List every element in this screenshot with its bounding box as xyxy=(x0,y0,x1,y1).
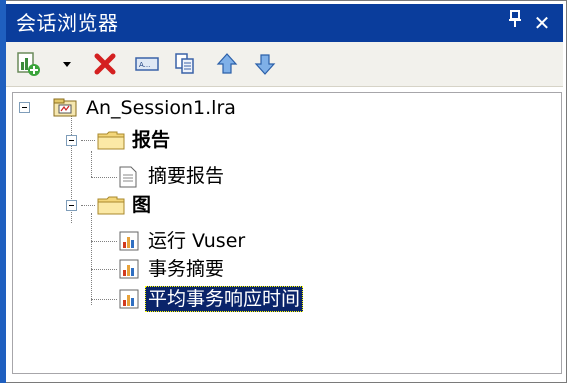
pin-icon[interactable] xyxy=(504,10,526,36)
delete-button[interactable] xyxy=(92,51,118,77)
tree-connector xyxy=(91,177,117,178)
copy-icon xyxy=(175,53,194,74)
rename-button[interactable]: A... xyxy=(134,51,160,77)
tree-connector xyxy=(81,140,95,141)
close-icon[interactable]: ✕ xyxy=(531,10,553,36)
session-file-icon xyxy=(53,98,77,122)
tree-node-label: 运行 Vuser xyxy=(148,230,246,252)
tree-node-label: 图 xyxy=(132,194,152,216)
toolbar: A... xyxy=(6,42,563,87)
move-up-button[interactable] xyxy=(214,51,240,77)
copy-button[interactable] xyxy=(172,51,198,77)
tree-node-graph-average-transaction-response-time[interactable]: 平均事务响应时间 xyxy=(119,286,379,312)
add-graph-icon xyxy=(17,52,40,76)
report-doc-icon xyxy=(119,166,137,192)
tree-connector xyxy=(91,213,92,305)
svg-text:A...: A... xyxy=(139,61,150,69)
dropdown-arrow-icon xyxy=(63,62,71,67)
tree-node-label: 摘要报告 xyxy=(148,165,225,187)
graph-icon xyxy=(119,259,139,283)
tree-node-label-selected: 平均事务响应时间 xyxy=(145,286,304,312)
add-graph-button[interactable] xyxy=(16,51,42,77)
tree-node-graphs-folder[interactable]: 图 xyxy=(97,192,197,218)
graph-icon xyxy=(119,231,139,255)
delete-x-icon xyxy=(94,53,116,75)
collapse-toggle-reports[interactable] xyxy=(66,135,77,146)
folder-icon xyxy=(97,195,125,219)
title-bar[interactable]: 会话浏览器 ✕ xyxy=(6,4,563,42)
tree-node-label: An_Session1.lra xyxy=(86,97,236,119)
panel-title: 会话浏览器 xyxy=(16,11,119,35)
rename-icon: A... xyxy=(135,57,159,71)
session-tree[interactable]: An_Session1.lra 报告 摘要报告 图 运行 Vuser 事务摘要 … xyxy=(12,92,562,374)
graph-icon xyxy=(119,289,139,313)
tree-connector xyxy=(91,299,117,300)
down-arrow-icon xyxy=(254,54,276,75)
tree-node-label: 事务摘要 xyxy=(148,258,225,280)
collapse-toggle-graphs[interactable] xyxy=(66,200,77,211)
tree-node-report-summary[interactable]: 摘要报告 xyxy=(119,163,279,189)
tree-connector xyxy=(81,205,95,206)
move-down-button[interactable] xyxy=(252,51,278,77)
tree-node-root[interactable]: An_Session1.lra xyxy=(53,95,293,121)
tree-connector xyxy=(91,241,117,242)
folder-icon xyxy=(97,130,125,154)
up-arrow-icon xyxy=(216,53,238,74)
tree-connector xyxy=(91,151,92,177)
tree-node-label: 报告 xyxy=(132,129,171,151)
add-dropdown-button[interactable] xyxy=(60,51,74,77)
tree-node-graph-running-vusers[interactable]: 运行 Vuser xyxy=(119,228,299,254)
tree-node-reports-folder[interactable]: 报告 xyxy=(97,127,217,153)
tree-connector xyxy=(91,269,117,270)
tree-node-graph-transaction-summary[interactable]: 事务摘要 xyxy=(119,256,299,282)
collapse-toggle-root[interactable] xyxy=(19,102,30,113)
